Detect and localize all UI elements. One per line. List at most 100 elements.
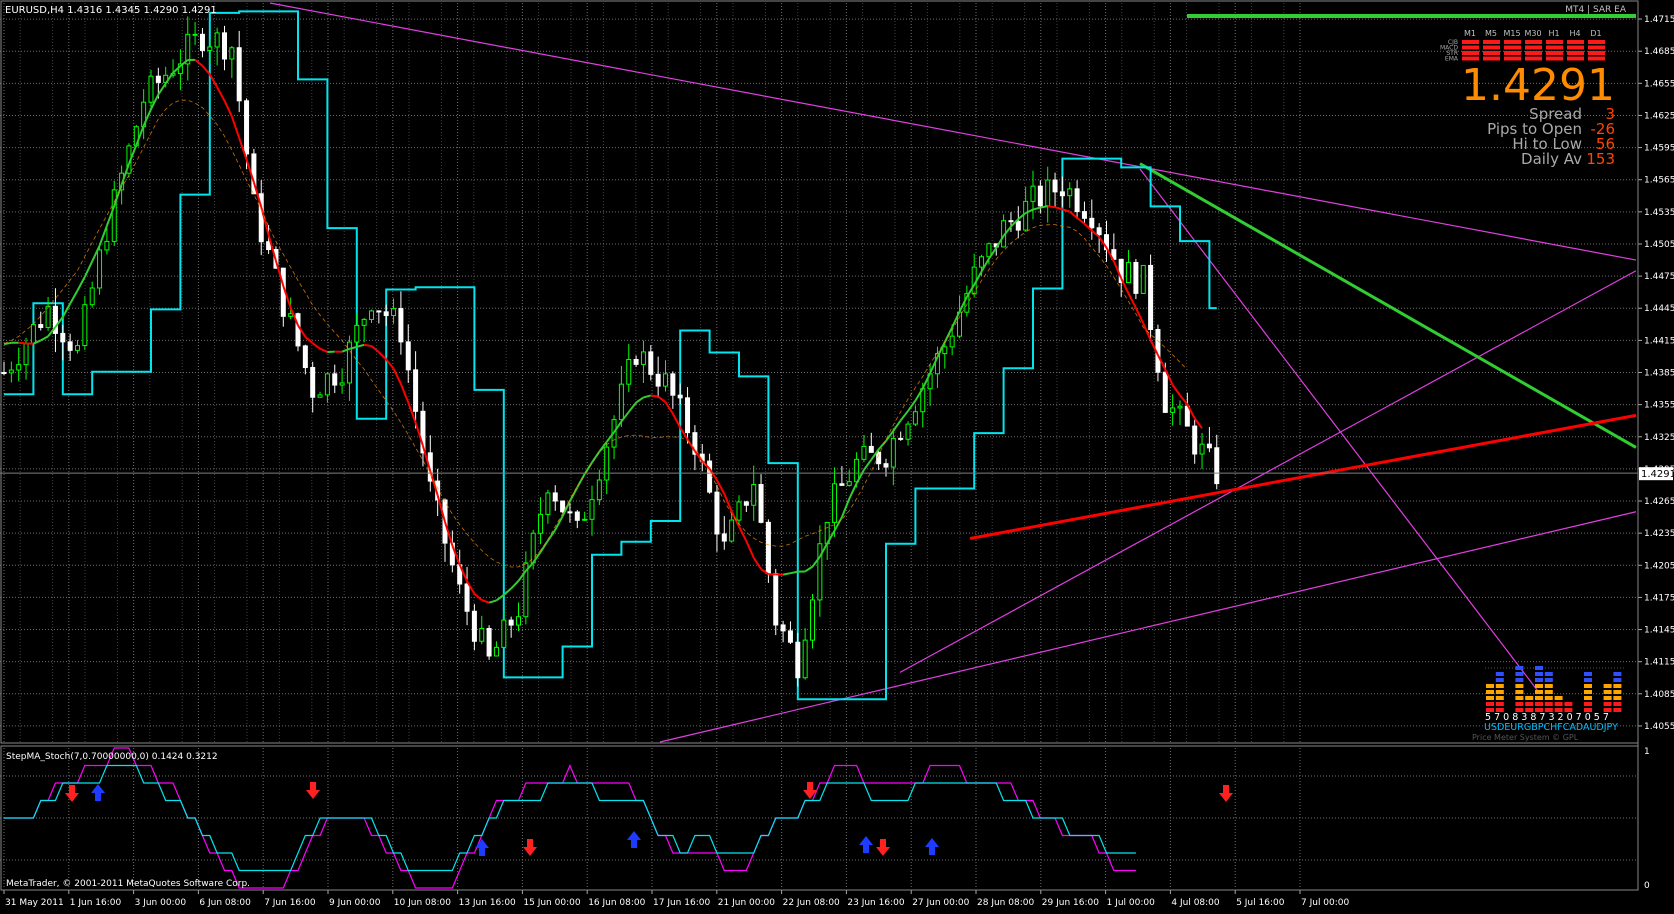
- bear-candle: [634, 360, 638, 365]
- bear-candle: [487, 629, 491, 656]
- ma-segment-up: [783, 573, 790, 574]
- bull-candle: [730, 520, 734, 541]
- bull-candle: [583, 519, 587, 520]
- signal-cell: [1504, 46, 1521, 50]
- meter-bar-block: [1613, 702, 1621, 706]
- ma-segment-down: [364, 345, 371, 346]
- bear-candle: [39, 325, 43, 328]
- bull-candle: [1200, 444, 1204, 454]
- bull-candle: [627, 360, 631, 385]
- ma-segment-down: [1048, 206, 1055, 207]
- bear-candle: [61, 333, 65, 341]
- meter-bar-block: [1515, 666, 1523, 670]
- bull-candle: [1024, 201, 1028, 230]
- bear-candle: [384, 312, 388, 316]
- price-tick-label: 1.4685: [1644, 47, 1674, 57]
- time-tick-label: 1 Jul 00:00: [1107, 898, 1156, 908]
- bull-candle: [1127, 262, 1131, 282]
- meter-bar-block: [1515, 696, 1523, 700]
- bear-candle: [722, 534, 726, 541]
- bull-candle: [605, 447, 609, 480]
- meter-bar-block: [1564, 702, 1572, 706]
- stat-value-daily-av: 153: [1586, 150, 1615, 168]
- bull-candle: [17, 365, 21, 370]
- bear-candle: [1149, 265, 1153, 329]
- bear-candle: [744, 502, 748, 505]
- meter-bar-block: [1515, 684, 1523, 688]
- meter-bar-block: [1496, 696, 1504, 700]
- bull-candle: [193, 34, 197, 35]
- bear-candle: [561, 501, 565, 512]
- meter-bar-block: [1545, 696, 1553, 700]
- price-tick-label: 1.4715: [1644, 15, 1674, 25]
- stat-label-daily-av: Daily Av: [1521, 150, 1582, 168]
- bear-candle: [406, 342, 410, 370]
- bear-candle: [237, 48, 241, 101]
- chart-root: 1.47151.46851.46551.46251.45951.45651.45…: [0, 0, 1674, 910]
- signal-cell: [1567, 40, 1584, 44]
- time-tick-label: 10 Jun 08:00: [394, 898, 451, 908]
- price-tick-label: 1.4505: [1644, 240, 1674, 250]
- meter-bar-block: [1545, 672, 1553, 676]
- signal-cell: [1546, 46, 1563, 50]
- bull-candle: [862, 446, 866, 459]
- price-tick-label: 1.4385: [1644, 369, 1674, 379]
- meter-bar-block: [1515, 690, 1523, 694]
- meter-bar-block: [1535, 666, 1543, 670]
- bull-candle: [546, 493, 550, 514]
- meter-bar-block: [1496, 690, 1504, 694]
- bull-candle: [1178, 406, 1182, 408]
- signal-cell: [1483, 40, 1500, 44]
- bull-candle: [289, 314, 293, 317]
- bull-candle: [1046, 180, 1050, 206]
- bear-candle: [1097, 228, 1101, 235]
- meter-bar-block: [1584, 690, 1592, 694]
- bear-candle: [708, 461, 712, 492]
- bull-candle: [76, 346, 80, 351]
- signal-cell: [1462, 46, 1479, 50]
- bear-candle: [1060, 192, 1064, 196]
- meter-bar-block: [1584, 672, 1592, 676]
- bull-candle: [855, 459, 859, 481]
- timeframe-label: H4: [1569, 29, 1580, 38]
- signal-cell: [1525, 51, 1542, 55]
- ma-segment-down: [19, 343, 26, 344]
- bear-candle: [311, 368, 315, 398]
- bear-candle: [1207, 444, 1211, 448]
- bull-candle: [230, 48, 234, 59]
- meter-bar-block: [1496, 672, 1504, 676]
- bear-candle: [899, 438, 903, 439]
- bear-candle: [399, 309, 403, 342]
- meter-bar-block: [1535, 684, 1543, 688]
- meter-bar-block: [1535, 696, 1543, 700]
- meter-bar-block: [1496, 684, 1504, 688]
- bear-candle: [678, 395, 682, 398]
- bull-candle: [1068, 189, 1072, 196]
- bull-candle: [494, 647, 498, 656]
- bear-candle: [1053, 180, 1057, 192]
- meter-bar-block: [1545, 684, 1553, 688]
- bull-candle: [641, 352, 645, 364]
- bear-candle: [1163, 372, 1167, 412]
- meter-bar-block: [1525, 696, 1533, 700]
- meter-bar-block: [1613, 684, 1621, 688]
- bull-candle: [811, 600, 815, 640]
- bull-candle: [83, 305, 87, 346]
- bear-candle: [715, 492, 719, 534]
- bull-candle: [90, 288, 94, 305]
- bear-candle: [156, 76, 160, 82]
- meter-bar-block: [1604, 684, 1612, 688]
- price-tick-label: 1.4205: [1644, 561, 1674, 571]
- dashboard-price: 1.4291: [1461, 60, 1615, 111]
- signal-cell: [1525, 40, 1542, 44]
- bull-candle: [1031, 186, 1035, 201]
- bear-candle: [877, 452, 881, 463]
- price-tick-label: 1.4595: [1644, 144, 1674, 154]
- meter-bar-block: [1613, 708, 1621, 712]
- bear-candle: [568, 512, 572, 513]
- chart-canvas[interactable]: 1.47151.46851.46551.46251.45951.45651.45…: [0, 0, 1674, 910]
- meter-bar-block: [1545, 690, 1553, 694]
- price-meter-caption: Price Meter System © GPL: [1472, 733, 1579, 742]
- meter-bar-block: [1613, 678, 1621, 682]
- time-tick-label: 7 Jun 16:00: [264, 898, 316, 908]
